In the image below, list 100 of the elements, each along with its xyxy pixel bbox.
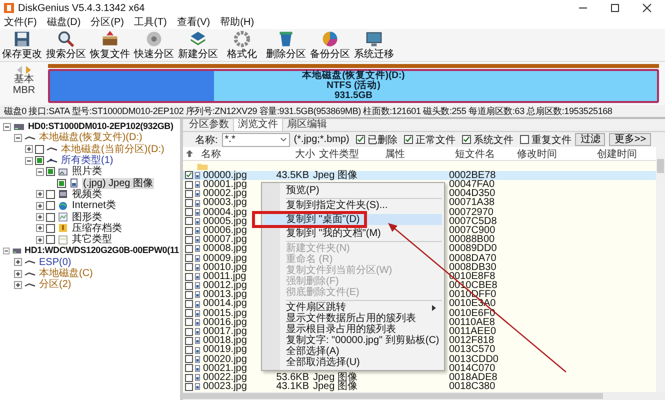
checkbox[interactable]: [46, 167, 55, 176]
tree-item[interactable]: HD1:WDCWDS120G2G0B-00EPW0(11: [24, 245, 180, 256]
column-header[interactable]: 修改时间: [517, 146, 597, 160]
checkbox[interactable]: [185, 346, 193, 354]
checkbox[interactable]: [356, 135, 366, 144]
maximize-icon[interactable]: [610, 3, 620, 13]
checkbox[interactable]: [185, 318, 193, 326]
column-header[interactable]: 属性: [385, 146, 455, 160]
checkbox[interactable]: [185, 236, 193, 244]
toolbar-button[interactable]: 系统迁移: [352, 29, 396, 61]
expander-icon[interactable]: [14, 134, 22, 142]
checkbox[interactable]: [185, 309, 193, 318]
expander-icon[interactable]: [25, 156, 33, 165]
checkbox[interactable]: [35, 144, 44, 154]
checkbox[interactable]: [520, 135, 530, 144]
toolbar-button[interactable]: 新建分区: [176, 29, 220, 61]
checkbox[interactable]: [46, 212, 55, 222]
tree-item[interactable]: (.jpg) Jpeg 图像: [82, 178, 154, 189]
expander-icon[interactable]: [14, 258, 22, 266]
expander-icon[interactable]: [36, 236, 44, 244]
tree-item[interactable]: 压缩存档类: [71, 222, 123, 234]
checkbox[interactable]: [46, 224, 55, 233]
column-header[interactable]: 名称: [195, 146, 265, 160]
checkbox[interactable]: [46, 201, 55, 210]
filter-button[interactable]: 更多>>: [609, 133, 652, 146]
toolbar-button[interactable]: 快速分区: [132, 29, 176, 61]
checkbox[interactable]: [185, 217, 193, 226]
context-menu-item[interactable]: 复制到 "桌面"(D): [264, 214, 442, 225]
tree-item[interactable]: ESP(0): [38, 256, 72, 268]
partition-block[interactable]: 本地磁盘(恢复文件)(D:) NTFS (活动) 931.5GB: [48, 69, 659, 103]
checkbox[interactable]: [185, 282, 193, 290]
tree-item[interactable]: 本地磁盘(恢复文件)(D:): [38, 132, 144, 144]
expander-icon[interactable]: [36, 202, 44, 210]
checkbox[interactable]: [404, 135, 414, 144]
toolbar-button[interactable]: 备份分区: [308, 29, 352, 61]
tree-item[interactable]: 视频类: [71, 188, 103, 200]
toolbar-button[interactable]: 保存更改: [0, 29, 44, 61]
tree-item[interactable]: 本地磁盘(当前分区)(D:): [60, 144, 166, 155]
checkbox[interactable]: [185, 300, 193, 308]
tree-item[interactable]: 图形类: [71, 212, 103, 223]
checkbox[interactable]: [185, 290, 193, 299]
tree-item[interactable]: Internet类: [71, 200, 117, 212]
checkbox[interactable]: [185, 171, 193, 180]
column-header[interactable]: 文件类型: [315, 146, 385, 160]
checkbox[interactable]: [57, 178, 66, 188]
menu-item[interactable]: 查看(V): [176, 16, 210, 28]
checkbox[interactable]: [185, 382, 193, 391]
tree-item[interactable]: 其它类型: [71, 234, 113, 246]
menu-item[interactable]: 工具(T): [134, 16, 167, 28]
menu-item[interactable]: 帮助(H): [220, 16, 254, 28]
checkbox[interactable]: [185, 244, 193, 253]
tree-item[interactable]: 本地磁盘(C): [38, 268, 94, 279]
checkbox[interactable]: [185, 226, 193, 235]
selected-row-highlight[interactable]: 00000.jpg 43.5KB Jpeg 图像 0002BE78: [183, 170, 658, 180]
tab[interactable]: 分区参数: [185, 119, 233, 131]
toolbar-button[interactable]: 搜索分区: [44, 29, 88, 61]
menu-item[interactable]: 分区(P): [90, 16, 124, 28]
expander-icon[interactable]: [36, 168, 44, 176]
context-menu-item[interactable]: 复制文字: "00000.jpg" 到剪贴板(C): [264, 335, 442, 346]
checkbox[interactable]: [46, 190, 55, 199]
toolbar-button[interactable]: 格式化: [220, 29, 264, 61]
up-arrow-icon[interactable]: [186, 150, 192, 157]
expander-icon[interactable]: [25, 145, 33, 154]
context-menu-item[interactable]: 显示根目录占用的簇列表: [264, 324, 442, 335]
checkbox[interactable]: [185, 364, 193, 372]
expander-icon[interactable]: [36, 190, 44, 198]
checkbox[interactable]: [46, 235, 55, 244]
checkbox[interactable]: [185, 374, 193, 382]
context-menu-item[interactable]: 全部取消选择(U): [264, 357, 442, 368]
expander-icon[interactable]: [36, 213, 44, 222]
toolbar-button[interactable]: 恢复文件: [88, 29, 132, 61]
checkbox[interactable]: [185, 180, 193, 189]
tree-item[interactable]: 照片类: [71, 166, 103, 178]
checkbox[interactable]: [185, 208, 193, 216]
checkbox[interactable]: [185, 336, 193, 345]
menu-item[interactable]: 文件(F): [4, 16, 37, 28]
tab[interactable]: 扇区编辑: [283, 119, 331, 131]
checkbox[interactable]: [185, 263, 193, 272]
context-menu-item[interactable]: 复制到 "我的文档"(M): [264, 228, 442, 239]
context-menu-item[interactable]: 显示文件数据所占用的簇列表: [264, 313, 442, 324]
expander-icon[interactable]: [14, 280, 22, 289]
checkbox[interactable]: [185, 254, 193, 262]
tree-item[interactable]: 所有类型(1): [60, 155, 114, 166]
column-header[interactable]: 创建时间: [597, 146, 657, 160]
expander-icon[interactable]: [36, 224, 44, 232]
expander-icon[interactable]: [14, 270, 22, 278]
close-icon[interactable]: [642, 3, 652, 13]
checkbox[interactable]: [462, 135, 472, 144]
tree-item[interactable]: 分区(2): [38, 279, 72, 290]
expander-icon[interactable]: [3, 246, 10, 255]
checkbox[interactable]: [35, 156, 44, 166]
menu-item[interactable]: 磁盘(D): [46, 16, 81, 28]
tab[interactable]: 浏览文件: [233, 118, 283, 131]
column-header[interactable]: 短文件名: [455, 146, 517, 160]
toolbar-button[interactable]: 删除分区: [264, 29, 308, 61]
expander-icon[interactable]: [3, 122, 11, 131]
context-menu-item[interactable]: 文件扇区跳转: [264, 302, 442, 313]
checkbox[interactable]: [185, 199, 193, 207]
context-menu-item[interactable]: 预览(P): [264, 185, 442, 196]
filter-button[interactable]: 过滤: [575, 133, 606, 146]
